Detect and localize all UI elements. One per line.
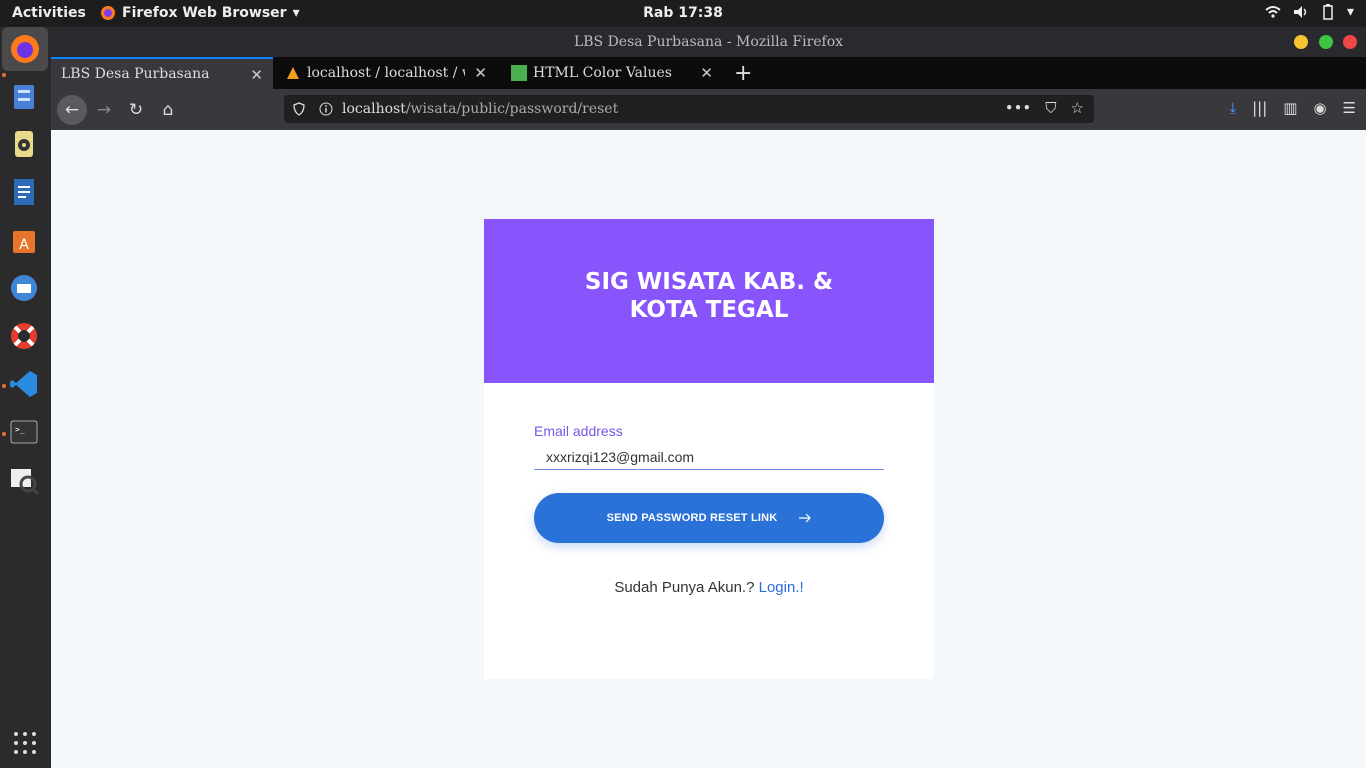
battery-icon (1323, 4, 1333, 20)
files-icon (14, 85, 34, 109)
url-bar[interactable]: localhost/wisata/public/password/reset •… (284, 95, 1094, 123)
volume-icon (1293, 6, 1307, 18)
email-field[interactable] (534, 444, 884, 470)
account-icon[interactable]: ◉ (1313, 99, 1326, 117)
reload-button[interactable]: ↻ (123, 97, 149, 123)
minimize-button[interactable] (1294, 35, 1308, 49)
email-label: Email address (534, 423, 623, 439)
chevron-down-icon: ▾ (1346, 4, 1354, 20)
close-icon[interactable]: ✕ (474, 64, 487, 82)
document-icon (14, 179, 34, 205)
download-icon[interactable]: ⤓ (1229, 99, 1236, 117)
terminal-icon: >_ (10, 420, 38, 444)
login-link[interactable]: Login.! (759, 579, 804, 596)
firefox-icon (11, 35, 39, 63)
dock-files[interactable] (8, 81, 42, 115)
navigation-bar: ← → ↻ ⌂ localhost/wisata/public/password… (51, 89, 1366, 130)
card-header: SIG WISATA KAB. & KOTA TEGAL (484, 219, 934, 383)
bookmark-star-icon[interactable]: ☆ (1071, 99, 1084, 117)
w3schools-icon (511, 65, 527, 81)
dock-help[interactable] (8, 320, 42, 354)
dock-writer[interactable] (8, 176, 42, 210)
show-applications-icon[interactable] (14, 732, 36, 754)
shield-icon (293, 102, 305, 116)
new-tab-button[interactable]: + (734, 61, 752, 86)
dock-image-viewer[interactable] (8, 464, 42, 498)
info-icon[interactable] (319, 102, 333, 116)
speaker-icon (15, 131, 33, 157)
pocket-icon[interactable]: ⛉ (1045, 99, 1056, 117)
sidebar-icon[interactable]: ▥ (1283, 99, 1297, 117)
page-content: SIG WISATA KAB. & KOTA TEGAL Email addre… (51, 130, 1366, 768)
dock-software[interactable]: A (8, 224, 42, 258)
home-button[interactable]: ⌂ (155, 97, 181, 123)
send-reset-link-button[interactable]: SEND PASSWORD RESET LINK (534, 493, 884, 543)
send-reset-link-label: SEND PASSWORD RESET LINK (606, 512, 778, 524)
system-top-bar: Activities Firefox Web Browser ▾ Rab 17:… (0, 0, 1366, 27)
arrow-right-icon (799, 513, 812, 523)
reset-card: SIG WISATA KAB. & KOTA TEGAL Email addre… (484, 219, 934, 679)
phpmyadmin-icon (287, 67, 299, 79)
close-window-button[interactable] (1343, 35, 1357, 49)
tab-label: localhost / localhost / wisata (307, 65, 465, 81)
dock-rhythmbox[interactable] (8, 128, 42, 162)
maximize-button[interactable] (1319, 35, 1333, 49)
lifebuoy-icon (11, 323, 37, 349)
page-title: SIG WISATA KAB. & KOTA TEGAL (584, 269, 834, 323)
close-icon[interactable]: ✕ (700, 64, 713, 82)
page-actions-icon[interactable]: ••• (1005, 99, 1032, 117)
tab-label: LBS Desa Purbasana (61, 66, 210, 82)
svg-text:>_: >_ (15, 425, 25, 434)
url-text: localhost/wisata/public/password/reset (342, 101, 619, 117)
hamburger-menu-icon[interactable]: ☰ (1343, 99, 1356, 117)
clock[interactable]: Rab 17:38 (0, 5, 1366, 21)
wifi-icon (1265, 6, 1281, 18)
tab-phpmyadmin[interactable]: localhost / localhost / wisata ✕ (275, 57, 497, 89)
system-tray[interactable]: ▾ (1265, 4, 1354, 20)
dock-vscode[interactable] (8, 368, 42, 402)
svg-text:A: A (19, 237, 29, 253)
vscode-icon (10, 371, 37, 397)
library-icon[interactable]: ||| (1252, 99, 1267, 117)
forward-button[interactable]: → (91, 97, 117, 123)
login-prompt-text: Sudah Punya Akun.? (614, 579, 755, 596)
dock-terminal[interactable]: >_ (8, 416, 42, 450)
tab-bar: LBS Desa Purbasana ✕ localhost / localho… (51, 57, 1366, 89)
dock: A >_ (0, 27, 51, 768)
software-center-icon: A (13, 231, 35, 253)
login-prompt: Sudah Punya Akun.? Login.! (484, 579, 934, 596)
dock-thunderbird[interactable] (8, 272, 42, 306)
email-field-group: Email address (534, 421, 884, 470)
back-button[interactable]: ← (57, 95, 87, 125)
close-icon[interactable]: ✕ (250, 66, 263, 84)
window-title: LBS Desa Purbasana - Mozilla Firefox (573, 34, 844, 50)
magnifier-icon (11, 469, 40, 496)
mail-icon (11, 275, 37, 301)
tab-html-colors[interactable]: HTML Color Values ✕ (501, 57, 723, 89)
tab-label: HTML Color Values (533, 65, 672, 81)
dock-firefox[interactable] (2, 27, 48, 71)
tab-lbs-desa[interactable]: LBS Desa Purbasana ✕ (51, 57, 273, 89)
window-titlebar: LBS Desa Purbasana - Mozilla Firefox (51, 27, 1366, 57)
